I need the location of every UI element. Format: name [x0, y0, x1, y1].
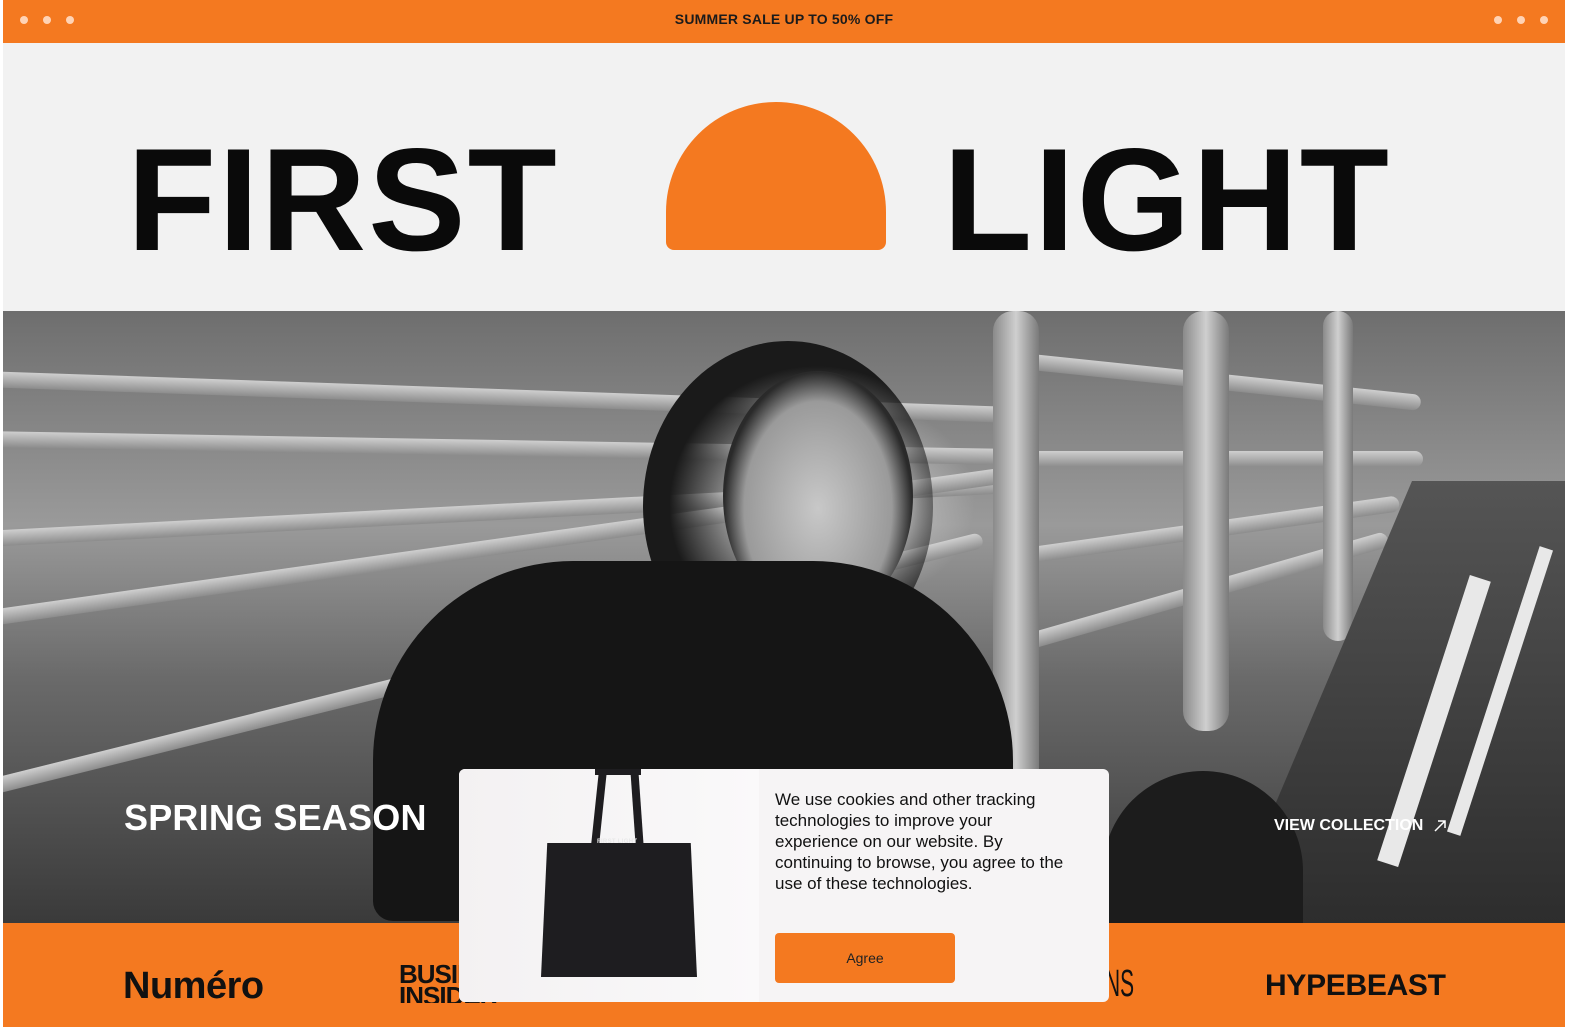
cookie-consent-modal: FIRST LIGHT We use cookies and other tra… — [459, 769, 1109, 1002]
dot-icon — [1517, 16, 1525, 24]
logo-word-first[interactable]: FIRST — [127, 127, 559, 273]
press-logo-hypebeast: HYPEBEAST — [1265, 969, 1446, 1002]
view-collection-label: VIEW COLLECTION — [1274, 817, 1424, 834]
half-sun-icon[interactable] — [666, 102, 886, 250]
press-logo-numero: Numéro — [123, 965, 264, 1007]
dot-icon — [1540, 16, 1548, 24]
hero-title: SPRING SEASON — [124, 797, 427, 838]
arrow-up-right-icon — [1433, 819, 1447, 833]
agree-button[interactable]: Agree — [775, 933, 955, 983]
view-collection-link[interactable]: VIEW COLLECTION — [1274, 817, 1447, 835]
promo-text[interactable]: SUMMER SALE UP TO 50% OFF — [3, 11, 1565, 27]
tote-bag-image: FIRST LIGHT — [459, 769, 759, 1002]
window-dots-right — [1494, 16, 1548, 24]
dot-icon — [1494, 16, 1502, 24]
page: SUMMER SALE UP TO 50% OFF FIRST LIGHT SP… — [3, 0, 1565, 1027]
tote-bag-label: FIRST LIGHT — [597, 839, 638, 845]
brand-header: FIRST LIGHT — [3, 43, 1565, 311]
cookie-message: We use cookies and other tracking techno… — [775, 790, 1064, 893]
promo-bar: SUMMER SALE UP TO 50% OFF — [3, 0, 1565, 43]
press-logo-ns: NS — [1105, 963, 1135, 1005]
logo-word-light[interactable]: LIGHT — [943, 127, 1391, 273]
